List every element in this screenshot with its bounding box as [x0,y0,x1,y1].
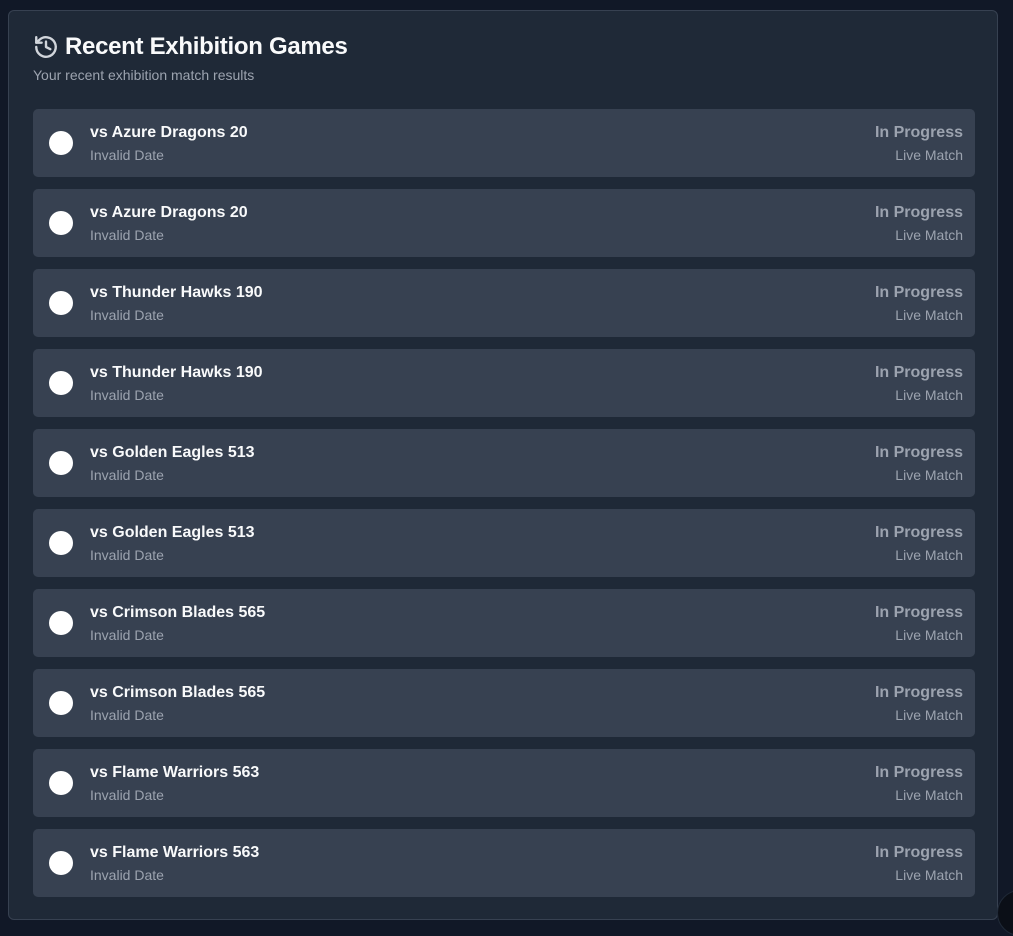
match-type: Live Match [895,867,963,883]
game-row[interactable]: vs Flame Warriors 563 Invalid Date In Pr… [33,829,975,897]
title-row: Recent Exhibition Games [33,33,348,61]
game-status: In Progress [874,364,963,381]
result-indicator-dot [49,691,73,715]
game-status: In Progress [874,844,963,861]
game-status: In Progress [874,684,963,701]
game-date: Invalid Date [90,707,164,723]
game-date: Invalid Date [90,627,164,643]
result-indicator-dot [49,211,73,235]
game-date: Invalid Date [90,787,164,803]
card-header: Recent Exhibition Games Your recent exhi… [33,33,348,83]
result-indicator-dot [49,531,73,555]
game-row[interactable]: vs Golden Eagles 513 Invalid Date In Pro… [33,509,975,577]
match-type: Live Match [895,547,963,563]
opponent-name: vs Crimson Blades 565 [90,604,266,621]
history-icon [33,34,59,60]
game-status: In Progress [874,124,963,141]
opponent-name: vs Crimson Blades 565 [90,684,266,701]
match-type: Live Match [895,227,963,243]
page-title: Recent Exhibition Games [65,33,348,60]
opponent-name: vs Thunder Hawks 190 [90,284,263,301]
game-row[interactable]: vs Thunder Hawks 190 Invalid Date In Pro… [33,269,975,337]
result-indicator-dot [49,371,73,395]
game-row[interactable]: vs Golden Eagles 513 Invalid Date In Pro… [33,429,975,497]
match-type: Live Match [895,387,963,403]
game-status: In Progress [874,284,963,301]
result-indicator-dot [49,291,73,315]
game-status: In Progress [874,204,963,221]
opponent-name: vs Thunder Hawks 190 [90,364,263,381]
game-date: Invalid Date [90,467,164,483]
game-date: Invalid Date [90,547,164,563]
match-type: Live Match [895,467,963,483]
opponent-name: vs Golden Eagles 513 [90,524,255,541]
game-date: Invalid Date [90,867,164,883]
match-type: Live Match [895,307,963,323]
game-date: Invalid Date [90,147,164,163]
game-status: In Progress [874,764,963,781]
result-indicator-dot [49,851,73,875]
match-type: Live Match [895,707,963,723]
game-row[interactable]: vs Azure Dragons 20 Invalid Date In Prog… [33,109,975,177]
opponent-name: vs Flame Warriors 563 [90,764,260,781]
opponent-name: vs Azure Dragons 20 [90,124,248,141]
game-row[interactable]: vs Azure Dragons 20 Invalid Date In Prog… [33,189,975,257]
opponent-name: vs Golden Eagles 513 [90,444,255,461]
game-date: Invalid Date [90,227,164,243]
game-row[interactable]: vs Flame Warriors 563 Invalid Date In Pr… [33,749,975,817]
opponent-name: vs Flame Warriors 563 [90,844,260,861]
game-row[interactable]: vs Crimson Blades 565 Invalid Date In Pr… [33,589,975,657]
result-indicator-dot [49,611,73,635]
game-status: In Progress [874,604,963,621]
recent-exhibition-games-card: Recent Exhibition Games Your recent exhi… [8,10,998,920]
game-status: In Progress [874,444,963,461]
result-indicator-dot [49,451,73,475]
floating-action-button[interactable] [997,890,1013,936]
game-row[interactable]: vs Thunder Hawks 190 Invalid Date In Pro… [33,349,975,417]
game-date: Invalid Date [90,307,164,323]
game-date: Invalid Date [90,387,164,403]
game-status: In Progress [874,524,963,541]
game-row[interactable]: vs Crimson Blades 565 Invalid Date In Pr… [33,669,975,737]
match-type: Live Match [895,627,963,643]
page-subtitle: Your recent exhibition match results [33,67,255,83]
games-list: vs Azure Dragons 20 Invalid Date In Prog… [33,109,975,909]
match-type: Live Match [895,787,963,803]
match-type: Live Match [895,147,963,163]
result-indicator-dot [49,771,73,795]
result-indicator-dot [49,131,73,155]
opponent-name: vs Azure Dragons 20 [90,204,248,221]
